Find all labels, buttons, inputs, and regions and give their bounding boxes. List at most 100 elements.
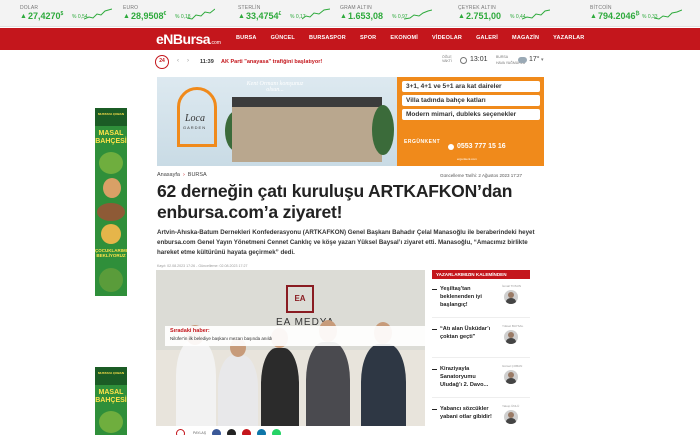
ticker-item-ceyrek-altin[interactable]: ÇEYREK ALTIN ▲ 2.751,00 % 0,44 [448, 3, 556, 25]
prev-arrow-icon[interactable]: ‹ [177, 58, 179, 64]
share-label: PAYLAŞ [193, 431, 207, 435]
author-item[interactable]: Kiraziyayla Sanatoryumu Uludağ’ı 2. Davo… [432, 364, 532, 399]
phone-icon [448, 144, 454, 150]
menu-item-bursaspor[interactable]: BURSASPOR [309, 35, 346, 41]
breadcrumb-home[interactable]: Anasayfa [157, 172, 180, 178]
divider [432, 397, 530, 398]
ticker-item-bitcoin[interactable]: BİTCOİN ▲ 794.2046₿ % 0,33 [580, 3, 688, 25]
next-article-label: Sıradaki haber: [170, 328, 210, 334]
24-hour-icon[interactable]: 24 [155, 55, 169, 69]
menu-item-guncel[interactable]: GÜNCEL [271, 35, 295, 41]
author-name: Yüksel BAYSAL [502, 324, 524, 328]
banner-ad[interactable]: Loca GARDEN Kent Ormanı komşunuz olsun..… [157, 77, 544, 166]
ad-illustration [97, 203, 125, 221]
building [232, 107, 382, 162]
ad-illustration [99, 268, 123, 292]
left-skyscraper-ad-2[interactable]: MUSTAFA ÇOBAN MASAL BAHÇESİ [95, 367, 127, 435]
ticker-item-sterlin[interactable]: STERLİN ▲ 33,4754£ % 0,17 [228, 3, 336, 25]
next-arrow-icon[interactable]: › [187, 58, 189, 64]
divider [432, 317, 530, 318]
ticker-value: 794.2046₿ [598, 11, 640, 21]
next-article-title[interactable]: Nilüfer'in ilk belediye başkanı mezarı b… [170, 336, 272, 341]
linkedin-icon[interactable] [257, 428, 267, 435]
pinterest-icon[interactable] [242, 428, 252, 435]
author-article-title[interactable]: Yeşiltaş'tan beklenenden iyi başlangıç! [440, 285, 495, 309]
menu-item-bursa[interactable]: BURSA [236, 35, 257, 41]
author-name: İsmail TOSUN [502, 284, 522, 288]
banner-feature: Villa tadında bahçe katları [402, 95, 540, 106]
loca-logo: Loca [185, 113, 205, 124]
menu-item-videolar[interactable]: VİDEOLAR [432, 35, 462, 41]
sparkline-icon [654, 9, 682, 20]
up-arrow-icon: ▲ [458, 13, 465, 20]
sparkline-icon [84, 8, 112, 20]
ad-illustration [101, 224, 121, 244]
whatsapp-icon[interactable] [272, 428, 282, 435]
site-logo[interactable]: eNBursa.com [156, 31, 221, 47]
author-article-title[interactable]: “Atı alan Üsküdar’ı çoktan geçti” [440, 325, 495, 341]
cloud-icon [518, 57, 527, 63]
menu-item-yazarlar[interactable]: YAZARLAR [553, 35, 584, 41]
article-photo[interactable]: EA EA MEDYA [156, 270, 425, 426]
author-name: Gürsel ÇOBAN [502, 364, 523, 368]
share-count-icon[interactable] [176, 428, 185, 435]
news-time: 11:39 [200, 59, 214, 65]
breadcrumb-category[interactable]: BURSA [188, 172, 207, 178]
logo-bursa: Bursa [172, 31, 211, 47]
ad-brand: MUSTAFA ÇOBAN [98, 112, 124, 116]
menu-item-galeri[interactable]: GALERİ [476, 35, 498, 41]
ad-subtitle: ÇOCUKLARIMIZ BEKLİYORUZ [95, 248, 127, 258]
menu-item-magazin[interactable]: MAGAZİN [512, 35, 539, 41]
breadcrumb: Anasayfa › BURSA [157, 172, 207, 178]
ad-title: MASAL BAHÇESİ [95, 389, 127, 404]
avatar [504, 330, 518, 344]
logo-en: eN [156, 31, 173, 47]
avatar [504, 370, 518, 384]
author-article-title[interactable]: Kiraziyayla Sanatoryumu Uludağ’ı 2. Davo… [440, 365, 495, 389]
sparkline-icon [522, 9, 550, 20]
ticker-value: 2.751,00 [466, 11, 502, 21]
ticker-item-dolar[interactable]: DOLAR ▲ 27,4270$ % 0,54 [10, 3, 118, 25]
facebook-icon[interactable] [212, 428, 222, 435]
up-arrow-icon: ▲ [340, 13, 347, 20]
banner-image: Loca GARDEN Kent Ormanı komşunuz olsun..… [157, 77, 397, 166]
banner-feature: 3+1, 4+1 ve 5+1 ara kat daireler [402, 81, 540, 92]
authors-sidebar: YAZARLARIMIZIN KALEMİNDEN Yeşiltaş'tan b… [432, 270, 532, 435]
prayer-label: ÖĞLE VAKTİ [442, 55, 452, 63]
ad-brand: MUSTAFA ÇOBAN [98, 371, 124, 375]
author-item[interactable]: Yeşiltaş'tan beklenenden iyi başlangıç! … [432, 284, 532, 319]
ticker-item-gram-altin[interactable]: GRAM ALTIN ▲ 1.653,08 % 0,97 [330, 3, 438, 25]
up-arrow-icon: ▲ [238, 13, 245, 20]
article-title: 62 derneğin çatı kuruluşu ARTKAFKON’dan … [157, 181, 513, 222]
ticker-item-euro[interactable]: EURO ▲ 28,9508€ % 0,18 [113, 3, 221, 25]
author-item[interactable]: “Atı alan Üsküdar’ı çoktan geçti” Yüksel… [432, 324, 532, 359]
author-item[interactable]: Yabancı sözcükler yabani otlar gibidir! … [432, 404, 532, 435]
ticker-value: 33,4754£ [246, 11, 282, 21]
sparkline-icon [302, 8, 330, 20]
sparkline-icon [404, 9, 432, 20]
ticker-value: 28,9508€ [131, 11, 167, 21]
ad-illustration [99, 411, 123, 433]
banner-phone: 0553 777 15 16 [457, 143, 506, 150]
chevron-down-icon[interactable]: ▾ [541, 57, 544, 63]
dash-icon [432, 369, 437, 370]
left-skyscraper-ad[interactable]: MUSTAFA ÇOBAN MASAL BAHÇESİ ÇOCUKLARIMIZ… [95, 108, 127, 296]
banner-email: ergunkent.com [457, 157, 477, 161]
twitter-icon[interactable] [227, 428, 237, 435]
menu-item-ekonomi[interactable]: EKONOMİ [390, 35, 418, 41]
prayer-time: 13:01 [470, 56, 488, 63]
person [176, 340, 216, 426]
city-label: BURSA [496, 55, 509, 59]
menu-item-spor[interactable]: SPOR [360, 35, 376, 41]
author-name: Yakup ÜNLÜ [502, 404, 520, 408]
sparkline-icon [187, 8, 215, 20]
avatar [504, 410, 518, 424]
banner-feature: Modern mimari, dubleks seçenekler [402, 109, 540, 120]
temperature: 17° [529, 56, 540, 63]
author-article-title[interactable]: Yabancı sözcükler yabani otlar gibidir! [440, 405, 495, 421]
banner-slogan: Kent Ormanı komşunuz olsun... [246, 81, 304, 93]
currency-ticker: DOLAR ▲ 27,4270$ % 0,54 EURO ▲ 28,9508€ … [0, 0, 700, 27]
breaking-news-link[interactable]: AK Parti "anayasa" trafiğini başlatıyor! [221, 59, 322, 65]
banner-brand: ERGÜNKENT [404, 139, 441, 145]
next-article-bar[interactable]: Sıradaki haber: Nilüfer'in ilk belediye … [165, 326, 425, 346]
